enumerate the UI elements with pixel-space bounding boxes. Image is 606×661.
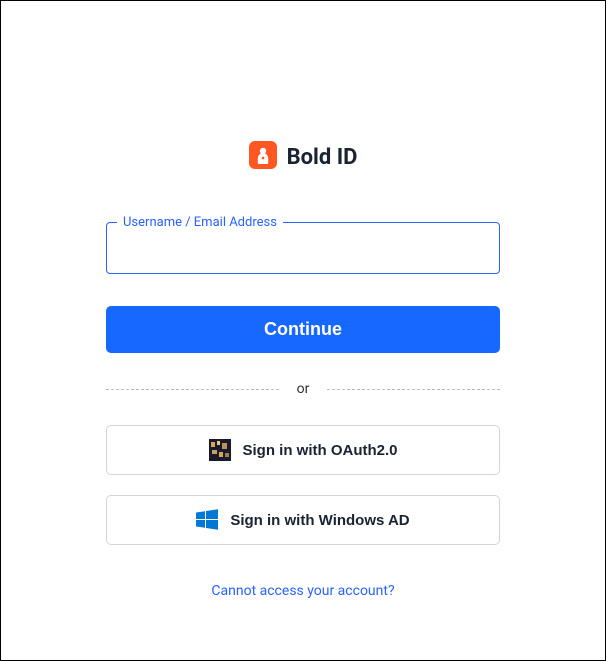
username-label: Username / Email Address (117, 215, 283, 230)
continue-button[interactable]: Continue (106, 306, 500, 353)
username-input[interactable] (107, 230, 499, 273)
login-form: Username / Email Address Continue or Sig… (106, 215, 500, 599)
oauth-signin-button[interactable]: Sign in with OAuth2.0 (106, 425, 500, 475)
divider-line-left (106, 389, 279, 390)
windows-ad-signin-label: Sign in with Windows AD (230, 512, 409, 529)
divider-line-right (327, 389, 500, 390)
divider-text: or (297, 381, 310, 397)
divider-row: or (106, 381, 500, 397)
oauth-icon (209, 439, 231, 461)
username-field-wrapper: Username / Email Address (106, 215, 500, 274)
logo-text: Bold ID (287, 145, 358, 170)
oauth-signin-label: Sign in with OAuth2.0 (243, 442, 398, 459)
bold-logo-icon (249, 141, 277, 173)
cannot-access-link[interactable]: Cannot access your account? (106, 583, 500, 599)
logo-row: Bold ID (249, 141, 358, 173)
windows-icon (196, 509, 218, 531)
windows-ad-signin-button[interactable]: Sign in with Windows AD (106, 495, 500, 545)
